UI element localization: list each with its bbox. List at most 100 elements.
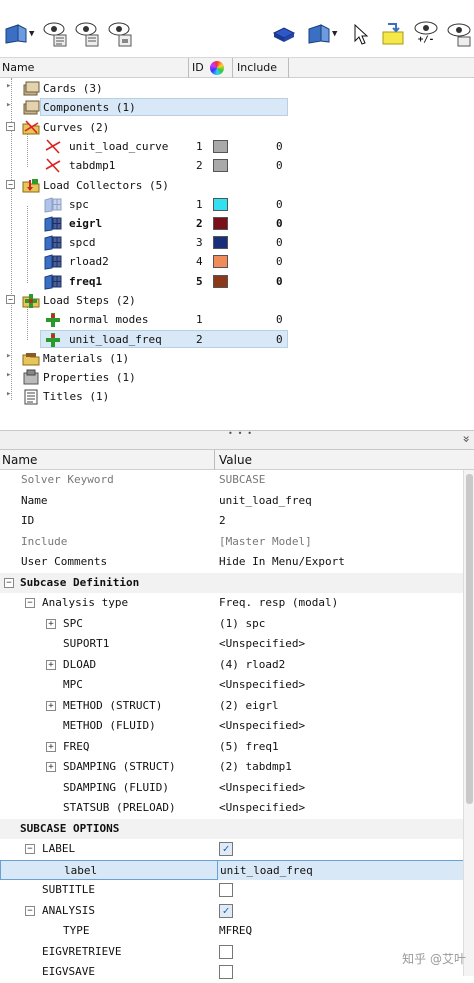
expand-icon[interactable]: + [46, 618, 56, 629]
color-swatch[interactable] [213, 217, 228, 230]
property-row[interactable]: TYPE MFREQ [0, 921, 463, 942]
show-button[interactable] [42, 20, 68, 48]
property-row[interactable]: EIGVRETRIEVE [0, 942, 463, 963]
column-separator[interactable] [232, 58, 233, 78]
color-swatch[interactable] [213, 198, 228, 211]
highlight-button[interactable] [380, 20, 406, 48]
eigvretrieve-checkbox[interactable] [219, 944, 233, 959]
tree-item-spc[interactable]: spc 1 0 [0, 195, 474, 214]
collapse-icon[interactable]: − [25, 905, 35, 916]
dropdown-arrow-icon[interactable]: ▼ [332, 29, 337, 39]
vertical-scrollbar[interactable] [463, 470, 474, 976]
select-cursor-button[interactable] [352, 20, 370, 48]
collapse-icon[interactable]: − [25, 598, 35, 608]
tree-item-titles[interactable]: ▸ Titles (1) [0, 387, 474, 406]
property-row-selected[interactable]: label unit_load_freq [0, 859, 463, 880]
property-value[interactable]: (2) eigrl [219, 699, 279, 712]
property-row[interactable]: SUBTITLE [0, 880, 463, 901]
tree-item-freq1[interactable]: freq1 5 0 [0, 272, 474, 291]
expand-arrow-icon[interactable]: ▸ [6, 100, 11, 110]
property-value[interactable]: (1) spc [219, 617, 265, 630]
color-swatch[interactable] [213, 236, 228, 249]
collapse-panel-icon[interactable]: » [460, 435, 474, 442]
dropdown-arrow-icon[interactable]: ▼ [29, 29, 34, 39]
tree-item-curves[interactable]: − Curves (2) [0, 118, 474, 137]
property-value[interactable]: Freq. resp (modal) [219, 596, 338, 609]
property-row[interactable]: SDAMPING (FLUID) <Unspecified> [0, 778, 463, 799]
property-row[interactable]: − ANALYSIS ✓ [0, 901, 463, 922]
tree-item-load-steps[interactable]: − Load Steps (2) [0, 291, 474, 310]
property-row[interactable]: + DLOAD (4) rload2 [0, 655, 463, 676]
eigvsave-checkbox[interactable] [219, 965, 233, 979]
color-swatch[interactable] [213, 140, 228, 153]
section-subcase-options[interactable]: SUBCASE OPTIONS [0, 818, 463, 839]
tree-item-materials[interactable]: ▸ Materials (1) [0, 349, 474, 368]
expand-arrow-icon[interactable]: ▸ [6, 370, 11, 380]
isolate-button[interactable] [107, 20, 133, 48]
column-name[interactable]: Name [2, 453, 37, 467]
property-row[interactable]: + METHOD (STRUCT) (2) eigrl [0, 696, 463, 717]
property-row[interactable]: − Analysis type Freq. resp (modal) [0, 593, 463, 614]
property-row[interactable]: Include [Master Model] [0, 532, 463, 553]
hide-button[interactable] [74, 20, 100, 48]
analysis-checkbox[interactable]: ✓ [219, 903, 233, 918]
collapse-icon[interactable]: − [4, 577, 14, 588]
tree-item-unit-load-curve[interactable]: unit_load_curve 1 0 [0, 137, 474, 156]
expand-arrow-icon[interactable]: ▸ [6, 389, 11, 399]
column-id[interactable]: ID [192, 61, 204, 74]
property-value[interactable]: <Unspecified> [219, 637, 305, 650]
column-value[interactable]: Value [219, 453, 252, 467]
column-separator[interactable] [188, 58, 189, 78]
panel-splitter[interactable]: • • • » [0, 429, 474, 450]
property-row[interactable]: ID 2 [0, 511, 463, 532]
tree-item-unit-load-freq[interactable]: unit_load_freq 2 0 [0, 330, 474, 349]
show-hide-toggle-button[interactable]: +/- [413, 20, 439, 48]
subtitle-checkbox[interactable] [219, 883, 233, 897]
color-swatch[interactable] [213, 255, 228, 268]
expand-arrow-icon[interactable]: ▸ [6, 351, 11, 361]
component-view-button[interactable]: ▼ [4, 20, 34, 48]
splitter-grip[interactable]: • • • [228, 429, 252, 438]
column-name[interactable]: Name [2, 61, 34, 74]
property-row[interactable]: SUPORT1 <Unspecified> [0, 634, 463, 655]
tree-item-rload2[interactable]: rload2 4 0 [0, 252, 474, 271]
property-row[interactable]: MPC <Unspecified> [0, 675, 463, 696]
tree-item-components[interactable]: ▸ Components (1) [0, 98, 474, 117]
tree-item-tabdmp1[interactable]: tabdmp1 2 0 [0, 156, 474, 175]
property-value[interactable]: <Unspecified> [219, 719, 305, 732]
tree-item-cards[interactable]: ▸ Cards (3) [0, 79, 474, 98]
property-row[interactable]: Name unit_load_freq [0, 491, 463, 512]
property-row[interactable]: Solver Keyword SUBCASE [0, 470, 463, 491]
collapse-icon[interactable]: − [25, 844, 35, 854]
property-value[interactable]: <Unspecified> [219, 781, 305, 794]
view-button[interactable] [446, 20, 472, 48]
property-value[interactable]: <Unspecified> [219, 801, 305, 814]
property-row[interactable]: + SDAMPING (STRUCT) (2) tabdmp1 [0, 757, 463, 778]
label-checkbox[interactable]: ✓ [219, 842, 233, 856]
tree-item-load-collectors[interactable]: − Load Collectors (5) [0, 176, 474, 195]
box-select-button[interactable] [272, 20, 296, 48]
expand-arrow-icon[interactable]: ▸ [6, 81, 11, 91]
section-subcase-definition[interactable]: − Subcase Definition [0, 572, 463, 593]
property-row[interactable]: EIGVSAVE [0, 962, 463, 983]
scrollbar-thumb[interactable] [466, 474, 473, 804]
property-value[interactable]: unit_load_freq [219, 494, 312, 507]
expand-icon[interactable]: + [46, 700, 56, 711]
collapse-icon[interactable]: − [6, 122, 15, 131]
column-separator[interactable] [214, 450, 215, 470]
color-swatch[interactable] [213, 159, 228, 172]
property-row[interactable]: + SPC (1) spc [0, 614, 463, 635]
expand-icon[interactable]: + [46, 762, 56, 772]
expand-icon[interactable]: + [46, 659, 56, 670]
tree-item-eigrl[interactable]: eigrl 2 0 [0, 214, 474, 233]
property-value[interactable]: MFREQ [219, 924, 252, 937]
column-include[interactable]: Include [237, 61, 277, 74]
property-value[interactable]: (2) tabdmp1 [219, 760, 292, 773]
column-separator[interactable] [288, 58, 289, 78]
tree-item-normal-modes[interactable]: normal modes 1 0 [0, 310, 474, 329]
property-value[interactable]: (5) freq1 [219, 740, 279, 753]
tree-item-properties[interactable]: ▸ Properties (1) [0, 368, 474, 387]
property-value[interactable]: (4) rload2 [219, 658, 285, 671]
property-value[interactable]: 2 [219, 514, 226, 527]
property-value[interactable]: Hide In Menu/Export [219, 555, 345, 568]
